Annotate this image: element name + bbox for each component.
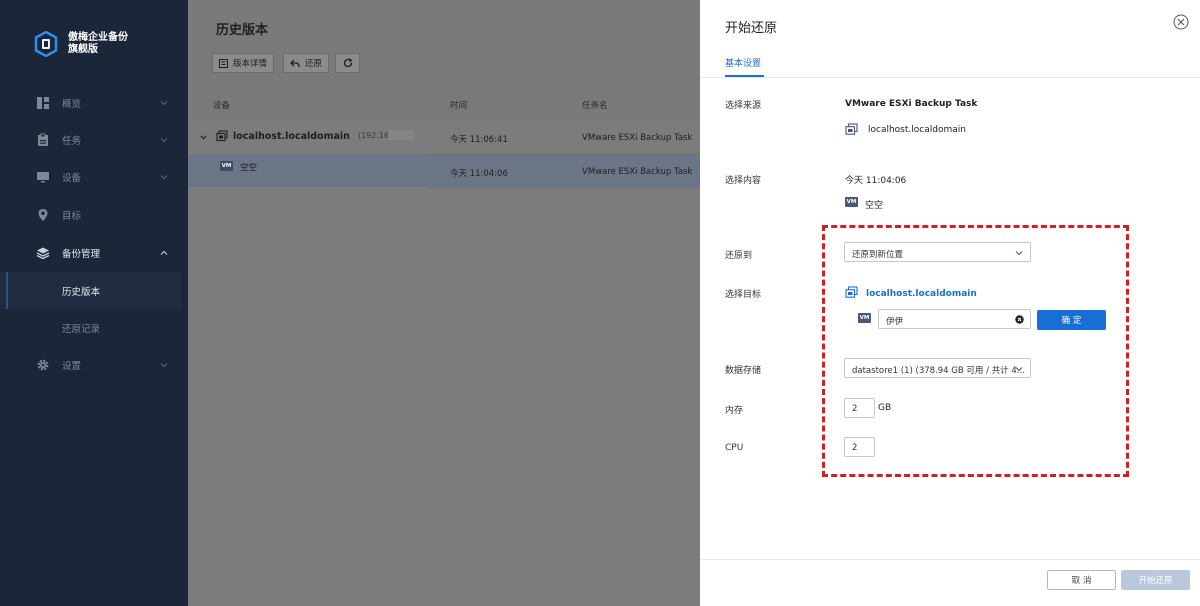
blurred-ip-mask xyxy=(388,130,414,140)
restore-label: 还原 xyxy=(305,57,322,69)
column-header-time: 时间 xyxy=(450,99,467,111)
tree-node-vm[interactable]: VM 空空 xyxy=(188,154,426,187)
sidebar-item-label: 备份管理 xyxy=(62,246,100,260)
sidebar-item-label: 历史版本 xyxy=(62,284,100,298)
cancel-button[interactable]: 取 消 xyxy=(1047,570,1116,590)
column-header-task-name: 任务名 xyxy=(582,99,608,111)
row-task: VMware ESXi Backup Task xyxy=(582,133,692,143)
sidebar-item-devices[interactable]: 设备 xyxy=(0,158,188,195)
sidebar-item-overview[interactable]: 概览 xyxy=(0,84,188,121)
table-row[interactable]: 今天 11:06:41 VMware ESXi Backup Task xyxy=(426,121,700,154)
main-content: 历史版本 版本详情 还原 设备 时间 任务名 localhost.localdo… xyxy=(188,0,700,606)
close-icon[interactable] xyxy=(1173,14,1189,30)
sidebar-item-label: 目标 xyxy=(62,208,81,222)
row-time: 今天 11:04:06 xyxy=(450,167,508,179)
panel-title: 开始还原 xyxy=(725,17,777,36)
brand-name: 傲梅企业备份 xyxy=(68,32,128,44)
sidebar-item-settings[interactable]: 设置 xyxy=(0,346,188,383)
cpu-label: CPU xyxy=(725,443,743,453)
version-details-label: 版本详情 xyxy=(233,57,267,69)
tree-node-host[interactable]: localhost.localdomain (192.168 xyxy=(188,121,426,154)
brand-edition: 旗舰版 xyxy=(68,44,128,56)
row-time: 今天 11:06:41 xyxy=(450,133,508,145)
refresh-icon xyxy=(343,58,353,68)
content-vm-name: 空空 xyxy=(865,198,883,211)
sidebar-item-label: 还原记录 xyxy=(62,321,100,335)
source-task-name: VMware ESXi Backup Task xyxy=(845,99,977,109)
vm-icon: VM xyxy=(220,161,233,171)
footer-divider xyxy=(700,559,1200,560)
vm-name: 空空 xyxy=(240,161,257,173)
overview-icon xyxy=(36,96,50,110)
version-list: 今天 11:06:41 VMware ESXi Backup Task 今天 1… xyxy=(426,121,700,606)
sidebar-item-tasks[interactable]: 任务 xyxy=(0,121,188,158)
sidebar-item-label: 设置 xyxy=(62,358,81,372)
annotation-highlight-box xyxy=(822,225,1129,477)
restore-panel: 开始还原 基本设置 选择来源 VMware ESXi Backup Task l… xyxy=(700,0,1200,606)
column-header-device: 设备 xyxy=(213,99,230,111)
sidebar-item-label: 概览 xyxy=(62,96,81,110)
location-pin-icon xyxy=(36,208,50,222)
monitor-icon xyxy=(36,170,50,184)
memory-label: 内存 xyxy=(725,403,743,416)
source-label: 选择来源 xyxy=(725,98,761,111)
page-title: 历史版本 xyxy=(216,19,268,38)
app-logo: 傲梅企业备份 旗舰版 xyxy=(34,31,128,57)
chevron-down-icon xyxy=(200,134,207,141)
sidebar-item-label: 设备 xyxy=(62,170,81,184)
table-header: 设备 时间 任务名 xyxy=(188,86,700,121)
tab-basic-settings[interactable]: 基本设置 xyxy=(725,56,761,69)
sidebar-item-version-history[interactable]: 历史版本 xyxy=(0,272,181,309)
source-host: localhost.localdomain xyxy=(868,125,966,135)
sidebar: 傲梅企业备份 旗舰版 概览 任务 设备 目标 备份管理 历史版本 还原记录 设置 xyxy=(0,0,188,606)
host-icon xyxy=(216,130,228,142)
chevron-down-icon xyxy=(160,99,168,107)
refresh-button[interactable] xyxy=(335,53,360,73)
chevron-down-icon xyxy=(160,173,168,181)
datastore-label: 数据存储 xyxy=(725,363,761,376)
chevron-down-icon xyxy=(160,361,168,369)
layers-icon xyxy=(36,246,50,260)
vm-icon: VM xyxy=(845,197,858,207)
version-details-button[interactable]: 版本详情 xyxy=(212,53,274,73)
gear-icon xyxy=(36,358,50,372)
sidebar-item-restore-log[interactable]: 还原记录 xyxy=(0,309,188,346)
target-label: 选择目标 xyxy=(725,287,761,300)
tab-divider xyxy=(700,77,1200,78)
content-time: 今天 11:04:06 xyxy=(845,173,906,186)
device-tree: localhost.localdomain (192.168 VM 空空 xyxy=(188,121,426,606)
logo-icon xyxy=(34,31,58,57)
restore-button[interactable]: 还原 xyxy=(283,53,329,73)
sidebar-item-backup-management[interactable]: 备份管理 xyxy=(0,234,188,271)
clipboard-icon xyxy=(36,133,50,147)
host-name: localhost.localdomain xyxy=(233,131,350,142)
sidebar-item-targets[interactable]: 目标 xyxy=(0,196,188,233)
start-restore-button[interactable]: 开始还原 xyxy=(1121,570,1190,590)
restore-to-label: 还原到 xyxy=(725,248,752,261)
main-header: 历史版本 版本详情 还原 xyxy=(188,0,700,86)
details-icon xyxy=(219,59,228,68)
row-task: VMware ESXi Backup Task xyxy=(582,167,692,177)
content-label: 选择内容 xyxy=(725,173,761,186)
table-row[interactable]: 今天 11:04:06 VMware ESXi Backup Task xyxy=(426,155,700,188)
chevron-up-icon xyxy=(160,249,168,257)
chevron-down-icon xyxy=(160,136,168,144)
host-icon xyxy=(845,123,858,136)
sidebar-item-label: 任务 xyxy=(62,133,81,147)
undo-icon xyxy=(290,59,300,68)
